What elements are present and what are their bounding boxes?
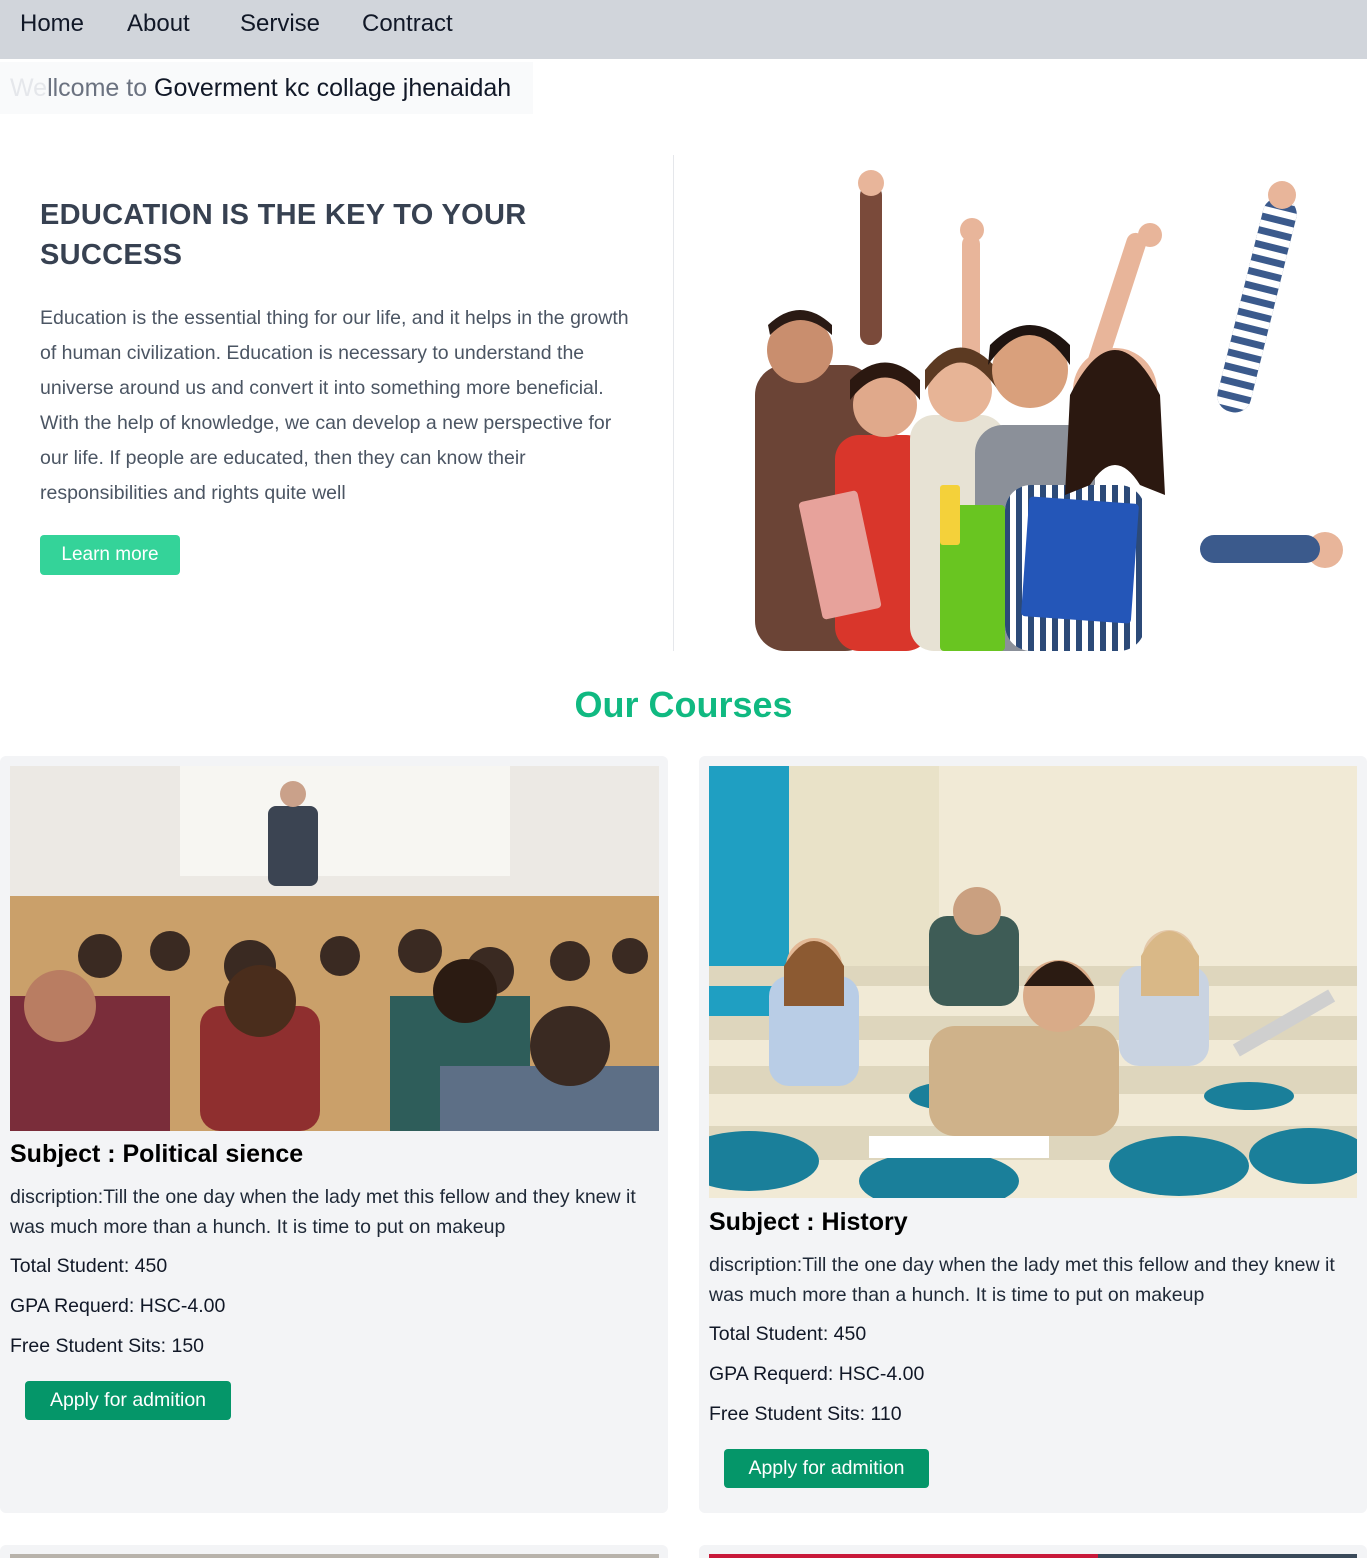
course-image-peek — [10, 1554, 659, 1558]
nav-contract-link[interactable]: Contract — [362, 10, 453, 38]
course-card-history: Subject : History discription:Till the o… — [699, 756, 1367, 1513]
apply-admission-button[interactable]: Apply for admition — [25, 1381, 231, 1420]
nav-servise-link[interactable]: Servise — [240, 10, 320, 38]
course-image-peek — [709, 1554, 1357, 1558]
welcome-text-fade: We — [10, 74, 48, 102]
hero-title: EDUCATION IS THE KEY TO YOUR SUCCESS — [40, 195, 640, 275]
course-description: discription:Till the one day when the la… — [10, 1186, 636, 1238]
course-total-students: Total Student: 450 — [709, 1323, 867, 1345]
course-gpa-required: GPA Requerd: HSC-4.00 — [709, 1363, 925, 1385]
hero-divider — [673, 155, 674, 651]
course-gpa-required: GPA Requerd: HSC-4.00 — [10, 1295, 226, 1317]
hero-title-line2: SUCCESS — [40, 239, 183, 271]
exam-classroom-image — [709, 766, 1357, 1198]
apply-admission-button[interactable]: Apply for admition — [724, 1449, 929, 1488]
welcome-text-college: Goverment kc collage jhenaidah — [147, 74, 512, 102]
top-nav: Home About Servise Contract — [0, 0, 1367, 59]
welcome-marquee: Wellcome to Goverment kc collage jhenaid… — [0, 62, 533, 114]
learn-more-button[interactable]: Learn more — [40, 535, 180, 575]
course-subject-title: Subject : Political sience — [10, 1140, 304, 1168]
course-total-students: Total Student: 450 — [10, 1255, 168, 1277]
course-description: discription:Till the one day when the la… — [709, 1254, 1335, 1306]
hero-paragraph: Education is the essential thing for our… — [40, 307, 629, 504]
course-free-seats: Free Student Sits: 110 — [709, 1403, 902, 1425]
course-subject-title: Subject : History — [709, 1208, 908, 1236]
welcome-text-mid: llcome to — [47, 74, 148, 102]
students-hero-image — [755, 170, 1343, 651]
hero-title-line1: EDUCATION IS THE KEY TO YOUR — [40, 199, 527, 231]
course-card-political-science: Subject : Political sience discription:T… — [0, 756, 668, 1513]
lecture-hall-image — [10, 766, 659, 1131]
courses-heading: Our Courses — [574, 684, 793, 725]
hero-text-block: EDUCATION IS THE KEY TO YOUR SUCCESS Edu… — [40, 195, 640, 511]
course-card-peek — [699, 1545, 1367, 1558]
course-free-seats: Free Student Sits: 150 — [10, 1335, 205, 1357]
course-card-peek — [0, 1545, 668, 1558]
nav-about-link[interactable]: About — [127, 10, 190, 38]
nav-home-link[interactable]: Home — [20, 10, 84, 38]
